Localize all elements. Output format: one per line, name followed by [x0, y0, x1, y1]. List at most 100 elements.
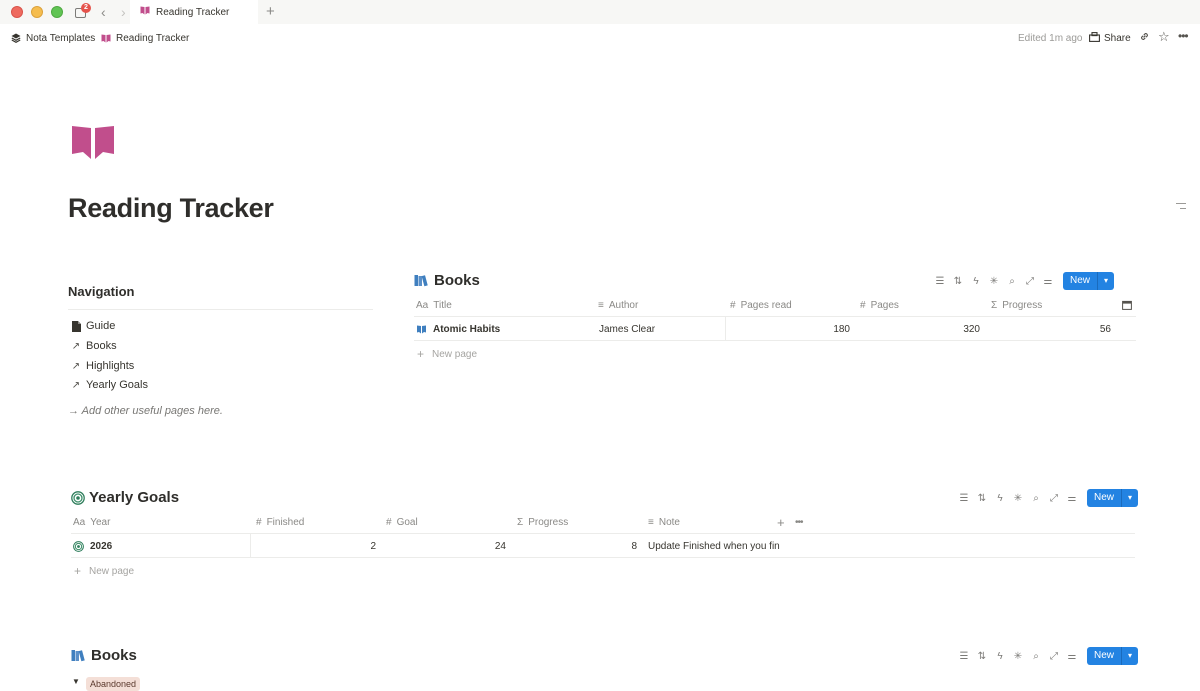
new-entry-button[interactable]: New ▾ [1063, 272, 1115, 290]
books-db-toolbar: ☰ ⇅ ϟ ✳ ⌕ ⤢ ⚌ New ▾ [931, 272, 1115, 290]
books-db-title-label: Books [434, 272, 480, 289]
new-entry-button[interactable]: New ▾ [1087, 647, 1139, 665]
books-db-title[interactable]: Books [71, 647, 137, 664]
settings-sliders-icon[interactable]: ⚌ [1039, 272, 1057, 290]
table-of-contents-marker[interactable] [1176, 203, 1186, 204]
breadcrumb-workspace-label: Nota Templates [26, 32, 96, 44]
column-divider [250, 534, 251, 558]
share-button[interactable]: Share [1089, 31, 1131, 45]
filter-icon[interactable]: ☰ [955, 647, 973, 665]
nav-link-label: Yearly Goals [86, 379, 148, 391]
text-type-icon: Aa [73, 516, 86, 528]
table-of-contents-marker[interactable] [1180, 208, 1186, 209]
book-open-icon [140, 6, 150, 18]
new-page-button[interactable]: + New page [74, 564, 134, 578]
tab-reading-tracker[interactable]: Reading Tracker [130, 0, 258, 24]
yearly-goals-db-title[interactable]: Yearly Goals [71, 489, 179, 506]
column-header-author[interactable]: ≡ Author [598, 293, 728, 317]
sort-icon[interactable]: ⇅ [973, 489, 991, 507]
column-header-year[interactable]: Aa Year [73, 510, 253, 534]
sort-icon[interactable]: ⇅ [973, 647, 991, 665]
chevron-down-icon[interactable]: ▾ [1098, 272, 1114, 290]
expand-icon[interactable]: ⤢ [1021, 272, 1039, 290]
chevron-down-icon[interactable]: ▾ [1122, 489, 1138, 507]
cell-pages[interactable]: 320 [860, 317, 980, 341]
plus-icon: + [417, 347, 425, 361]
sort-icon[interactable]: ⇅ [949, 272, 967, 290]
divider [68, 309, 373, 310]
column-header-pages-read[interactable]: # Pages read [730, 293, 858, 317]
target-icon [73, 540, 84, 552]
column-header-progress[interactable]: Σ Progress [517, 510, 645, 534]
nav-link-books[interactable]: ↗ Books [70, 340, 117, 352]
page-title[interactable]: Reading Tracker [68, 193, 274, 224]
link-arrow-icon: ↗ [71, 340, 81, 352]
more-options-icon[interactable]: ••• [1178, 29, 1189, 43]
back-arrow-icon[interactable]: ‹ [101, 4, 113, 20]
share-label: Share [1104, 32, 1131, 44]
calendar-icon[interactable] [1122, 293, 1136, 317]
nav-link-yearly-goals[interactable]: ↗ Yearly Goals [70, 379, 148, 391]
table-row[interactable]: Atomic Habits James Clear 180 320 56 [414, 317, 1136, 341]
ai-sparkle-icon[interactable]: ✳ [1009, 489, 1027, 507]
expand-icon[interactable]: ⤢ [1045, 647, 1063, 665]
filter-icon[interactable]: ☰ [955, 489, 973, 507]
chevron-down-icon[interactable]: ▾ [1122, 647, 1138, 665]
column-header-goal[interactable]: # Goal [386, 510, 514, 534]
target-icon [71, 490, 85, 505]
column-header-finished[interactable]: # Finished [256, 510, 384, 534]
tab-overview-icon[interactable]: 2 [75, 3, 91, 19]
cell-year[interactable]: 2026 [73, 534, 249, 558]
cell-goal[interactable]: 24 [386, 534, 506, 558]
new-tab-button[interactable]: + [266, 4, 275, 20]
column-header-note[interactable]: ≡ Note [648, 510, 776, 534]
star-icon[interactable]: ☆ [1158, 29, 1170, 45]
column-header-pages[interactable]: # Pages [860, 293, 988, 317]
automation-icon[interactable]: ϟ [967, 272, 985, 290]
column-header-title[interactable]: Aa Title [416, 293, 596, 317]
maximize-window-button[interactable] [51, 6, 63, 18]
breadcrumb-workspace[interactable]: Nota Templates [11, 33, 95, 44]
text-lines-icon: ≡ [598, 299, 604, 311]
group-tag-abandoned[interactable]: Abandoned [86, 677, 141, 691]
books-db-title[interactable]: Books [414, 272, 480, 289]
books-icon [414, 274, 430, 287]
settings-sliders-icon[interactable]: ⚌ [1063, 647, 1081, 665]
tab-count-badge: 2 [81, 3, 91, 13]
column-header-progress[interactable]: Σ Progress [991, 293, 1119, 317]
link-arrow-icon: ↗ [71, 360, 81, 372]
cell-note[interactable]: Update Finished when you fin [648, 534, 808, 558]
cell-progress[interactable]: 8 [517, 534, 637, 558]
search-icon[interactable]: ⌕ [1027, 489, 1045, 507]
cell-progress[interactable]: 56 [991, 317, 1111, 341]
breadcrumb-page[interactable]: Reading Tracker [101, 33, 189, 44]
minimize-window-button[interactable] [31, 6, 43, 18]
table-row[interactable]: 2026 2 24 8 Update Finished when you fin [71, 534, 1135, 558]
formula-icon: Σ [991, 299, 998, 311]
filter-icon[interactable]: ☰ [931, 272, 949, 290]
page-icon[interactable] [71, 124, 115, 165]
new-entry-button[interactable]: New ▾ [1087, 489, 1139, 507]
automation-icon[interactable]: ϟ [991, 647, 1009, 665]
cell-author[interactable]: James Clear [599, 317, 724, 341]
cell-finished[interactable]: 2 [256, 534, 376, 558]
new-page-button[interactable]: + New page [417, 347, 477, 361]
share-icon [1089, 31, 1100, 45]
cell-title[interactable]: Atomic Habits [416, 317, 596, 341]
copy-link-icon[interactable] [1139, 31, 1150, 45]
cell-pages-read[interactable]: 180 [730, 317, 850, 341]
nav-link-guide[interactable]: Guide [70, 320, 115, 332]
book-open-icon [72, 126, 114, 159]
automation-icon[interactable]: ϟ [991, 489, 1009, 507]
text-type-icon: Aa [416, 299, 429, 311]
add-property-icon[interactable]: + [777, 510, 791, 534]
search-icon[interactable]: ⌕ [1027, 647, 1045, 665]
ai-sparkle-icon[interactable]: ✳ [985, 272, 1003, 290]
expand-icon[interactable]: ⤢ [1045, 489, 1063, 507]
more-options-icon[interactable]: ••• [795, 510, 809, 534]
ai-sparkle-icon[interactable]: ✳ [1009, 647, 1027, 665]
nav-link-highlights[interactable]: ↗ Highlights [70, 360, 135, 372]
settings-sliders-icon[interactable]: ⚌ [1063, 489, 1081, 507]
search-icon[interactable]: ⌕ [1003, 272, 1021, 290]
close-window-button[interactable] [11, 6, 23, 18]
